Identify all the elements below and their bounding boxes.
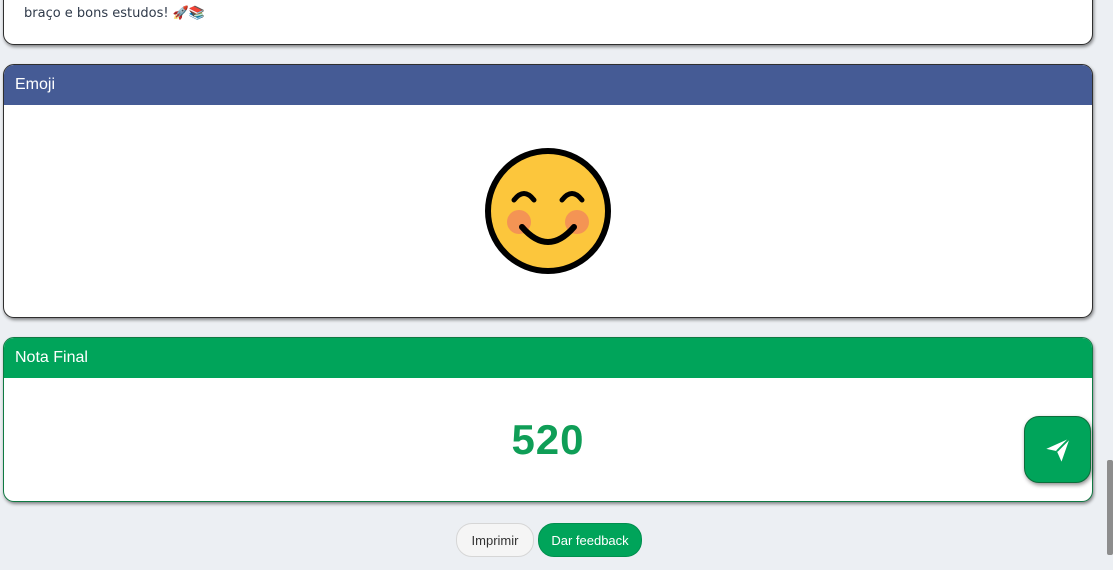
final-score-title: Nota Final <box>15 349 88 366</box>
page-scrollbar[interactable] <box>1107 460 1113 555</box>
emoji-display <box>4 105 1092 317</box>
paper-plane-icon <box>1045 437 1070 462</box>
final-score-card: Nota Final 520 <box>3 337 1093 502</box>
feedback-text-content: braço e bons estudos! 🚀📚 <box>24 6 206 21</box>
smiling-face-icon <box>485 148 611 274</box>
action-buttons: Imprimir Dar feedback <box>456 523 642 557</box>
previous-feedback-card: braço e bons estudos! 🚀📚 <box>3 0 1093 45</box>
emoji-card-title: Emoji <box>15 76 56 93</box>
feedback-text: braço e bons estudos! 🚀📚 <box>24 6 205 21</box>
final-score-header: Nota Final <box>4 338 1092 378</box>
emoji-card: Emoji <box>3 64 1093 318</box>
send-button[interactable] <box>1024 416 1091 483</box>
final-score-value: 520 <box>511 415 585 463</box>
give-feedback-button[interactable]: Dar feedback <box>538 523 642 557</box>
emoji-card-header: Emoji <box>4 65 1092 105</box>
page: braço e bons estudos! 🚀📚 Emoji Nota Fina… <box>0 0 1113 570</box>
print-button[interactable]: Imprimir <box>456 523 534 557</box>
